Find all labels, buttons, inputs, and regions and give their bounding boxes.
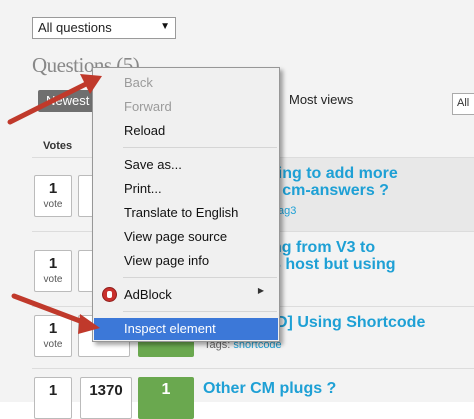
question-title[interactable]: Other CM plugs ? [203, 380, 336, 397]
tab-most-views[interactable]: Most views [289, 92, 353, 107]
questions-filter-select[interactable]: All questions ▼ [32, 17, 176, 39]
vote-count-box: 1 vote [34, 250, 72, 292]
question-title[interactable]: D] Using Shortcode [276, 314, 425, 331]
submenu-arrow-icon: ▶ [257, 286, 264, 295]
menu-item-translate[interactable]: Translate to English [94, 202, 278, 224]
context-menu: Back Forward Reload Save as... Print... … [92, 67, 280, 342]
views-count-box: 1370 [80, 377, 132, 419]
menu-item-view-source[interactable]: View page source [94, 226, 278, 248]
menu-item-page-info[interactable]: View page info [94, 250, 278, 272]
filter-select-value: All questions [38, 20, 112, 35]
menu-item-reload[interactable]: Reload [94, 120, 278, 142]
menu-separator [123, 277, 277, 278]
votes-column-header: Votes [43, 140, 73, 152]
dropdown-arrow-icon: ▼ [160, 21, 170, 32]
menu-item-adblock[interactable]: AdBlock ▶ [94, 284, 278, 306]
menu-separator [123, 147, 277, 148]
menu-item-forward[interactable]: Forward [94, 96, 278, 118]
question-title[interactable]: ng from V3 to 3 host but using [272, 239, 396, 273]
questions-page: All questions ▼ Questions (5) Newest Mos… [0, 0, 474, 419]
answer-count-box: 1 [138, 377, 194, 419]
menu-item-back[interactable]: Back [94, 72, 278, 94]
menu-item-print[interactable]: Print... [94, 178, 278, 200]
vote-count-box: 1 vote [34, 175, 72, 217]
menu-separator [123, 311, 277, 312]
tab-newest[interactable]: Newest [38, 90, 94, 112]
row-divider [32, 368, 474, 369]
vote-count-box: 1 vote [34, 315, 72, 357]
vote-count-box: 1 [34, 377, 72, 419]
sort-select[interactable]: All [452, 93, 474, 115]
adblock-icon [102, 287, 117, 302]
menu-item-save-as[interactable]: Save as... [94, 154, 278, 176]
menu-item-inspect-element[interactable]: Inspect element [94, 318, 278, 340]
question-title[interactable]: oing to add more o cm-answers ? [268, 165, 398, 199]
